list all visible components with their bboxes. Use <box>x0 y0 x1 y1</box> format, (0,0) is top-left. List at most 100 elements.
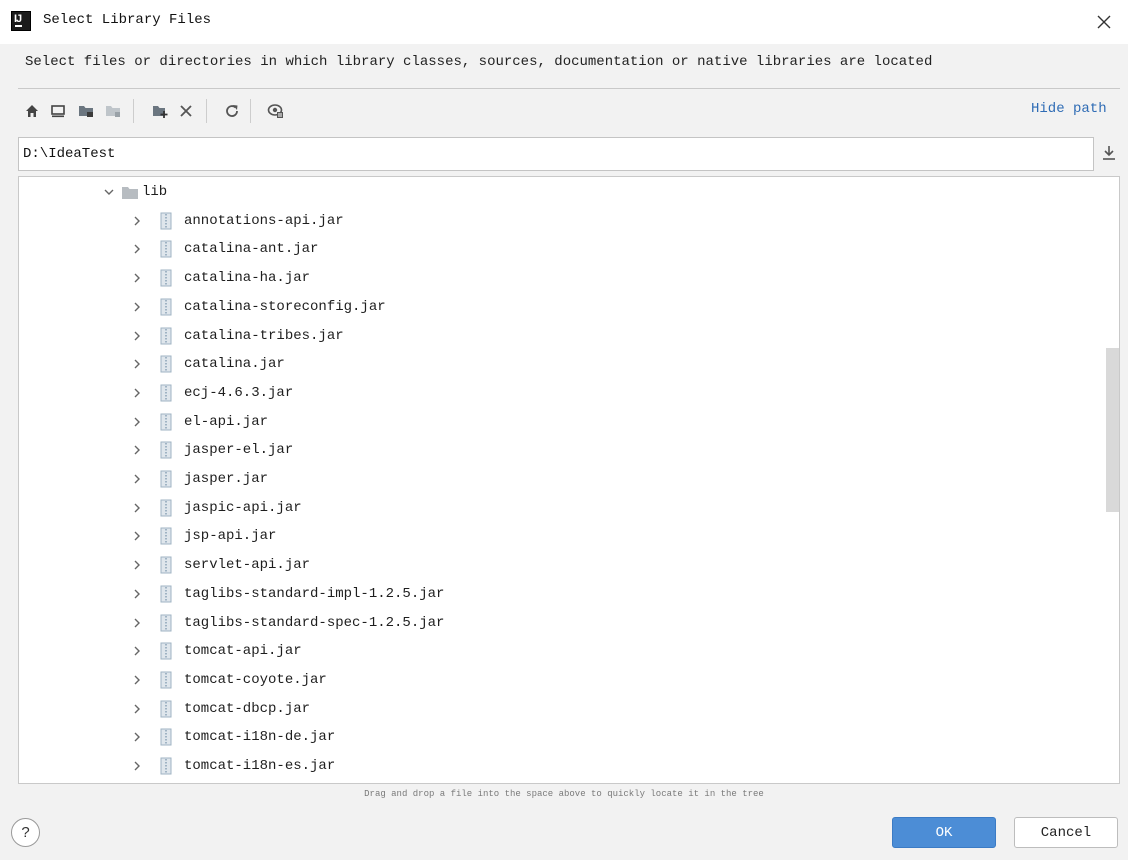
chevron-right-icon[interactable] <box>131 559 143 571</box>
tree-file-row[interactable]: servlet-api.jar <box>19 551 1104 580</box>
tree-file-label: tomcat-api.jar <box>184 643 302 660</box>
scrollbar-thumb[interactable] <box>1106 348 1119 512</box>
jar-file-icon <box>160 642 172 660</box>
close-icon <box>1097 15 1111 29</box>
chevron-right-icon[interactable] <box>131 301 143 313</box>
chevron-right-icon[interactable] <box>131 215 143 227</box>
tree-file-row[interactable]: ecj-4.6.3.jar <box>19 379 1104 408</box>
chevron-right-icon[interactable] <box>131 444 143 456</box>
dialog-title: Select Library Files <box>43 12 212 28</box>
show-hidden-button[interactable] <box>265 100 287 122</box>
chevron-right-icon[interactable] <box>131 674 143 686</box>
file-tree[interactable]: lib annotations-api.jar catalina-ant.jar ca… <box>18 176 1120 784</box>
tree-file-row[interactable]: taglibs-standard-impl-1.2.5.jar <box>19 580 1104 609</box>
tree-file-label: tomcat-coyote.jar <box>184 671 327 688</box>
jar-file-icon <box>160 298 172 316</box>
tree-file-label: tomcat-i18n-de.jar <box>184 729 336 746</box>
tree-file-label: jsp-api.jar <box>184 528 277 545</box>
tree-file-label: jasper.jar <box>184 471 269 487</box>
tree-file-row[interactable]: catalina-ha.jar <box>19 264 1104 293</box>
chevron-right-icon[interactable] <box>131 272 143 284</box>
tree-folder-row[interactable]: lib <box>19 178 1104 207</box>
tree-file-label: catalina-tribes.jar <box>184 327 344 344</box>
chevron-right-icon[interactable] <box>131 358 143 370</box>
refresh-button[interactable] <box>221 100 243 122</box>
chevron-right-icon[interactable] <box>131 588 143 600</box>
tree-file-row[interactable]: tomcat-i18n-es.jar <box>19 752 1104 781</box>
delete-icon <box>180 105 192 117</box>
jar-file-icon <box>160 757 172 775</box>
chevron-right-icon[interactable] <box>131 703 143 715</box>
tree-file-label: catalina-storeconfig.jar <box>184 298 386 315</box>
tree-file-row[interactable]: tomcat-i18n-de.jar <box>19 723 1104 752</box>
intellij-logo-icon: IJ <box>11 11 31 31</box>
tree-file-row[interactable]: jsp-api.jar <box>19 522 1104 551</box>
path-input[interactable] <box>18 137 1094 171</box>
title-bar: IJ Select Library Files <box>0 0 1128 44</box>
desktop-button[interactable] <box>47 100 69 122</box>
chevron-right-icon[interactable] <box>131 645 143 657</box>
chevron-right-icon[interactable] <box>131 731 143 743</box>
help-icon: ? <box>21 824 30 841</box>
chevron-right-icon[interactable] <box>131 387 143 399</box>
desktop-icon <box>51 105 65 118</box>
chevron-right-icon[interactable] <box>131 617 143 629</box>
jar-file-icon <box>160 700 172 718</box>
hide-path-link[interactable]: Hide path <box>1031 101 1107 117</box>
tree-file-row[interactable]: jaspic-api.jar <box>19 494 1104 523</box>
tree-file-row[interactable]: tomcat-dbcp.jar <box>19 695 1104 724</box>
refresh-icon <box>226 105 238 117</box>
toolbar-separator <box>250 99 251 123</box>
tree-file-label: ecj-4.6.3.jar <box>184 384 294 401</box>
tree-file-row[interactable]: el-api.jar <box>19 408 1104 437</box>
new-folder-button[interactable] <box>149 100 171 122</box>
tree-file-row[interactable]: annotations-api.jar <box>19 207 1104 236</box>
jar-file-icon <box>160 413 172 431</box>
jar-file-icon <box>160 527 172 545</box>
chevron-right-icon[interactable] <box>131 416 143 428</box>
cancel-button[interactable]: Cancel <box>1014 817 1118 848</box>
ok-button[interactable]: OK <box>892 817 996 848</box>
tree-file-row[interactable]: catalina-ant.jar <box>19 235 1104 264</box>
tree-file-row[interactable]: catalina-tribes.jar <box>19 322 1104 351</box>
drag-drop-hint: Drag and drop a file into the space abov… <box>364 789 764 799</box>
tree-file-label: tomcat-dbcp.jar <box>184 700 311 717</box>
new-folder-icon <box>153 106 168 118</box>
show-hidden-icon <box>267 104 283 118</box>
tree-file-label: servlet-api.jar <box>184 557 311 574</box>
download-icon <box>1103 146 1115 160</box>
module-folder-button[interactable] <box>102 100 124 122</box>
chevron-right-icon[interactable] <box>131 530 143 542</box>
project-folder-button[interactable] <box>75 100 97 122</box>
jar-file-icon <box>160 470 172 488</box>
tree-file-label: catalina-ha.jar <box>184 270 311 287</box>
delete-button[interactable] <box>175 100 197 122</box>
tree-file-row[interactable]: catalina-storeconfig.jar <box>19 293 1104 322</box>
chevron-right-icon[interactable] <box>131 243 143 255</box>
close-button[interactable] <box>1090 10 1118 34</box>
tree-file-row[interactable]: tomcat-coyote.jar <box>19 666 1104 695</box>
chevron-down-icon[interactable] <box>103 186 115 198</box>
chevron-right-icon[interactable] <box>131 502 143 514</box>
jar-file-icon <box>160 441 172 459</box>
jar-file-icon <box>160 240 172 258</box>
tree-file-row[interactable]: catalina.jar <box>19 350 1104 379</box>
home-button[interactable] <box>21 100 43 122</box>
tree-file-label: catalina.jar <box>184 356 285 373</box>
tree-file-label: jaspic-api.jar <box>184 499 302 516</box>
tree-file-label: tomcat-i18n-es.jar <box>184 758 336 774</box>
tree-file-row[interactable]: tomcat-api.jar <box>19 637 1104 666</box>
download-button[interactable] <box>1099 142 1119 164</box>
jar-file-icon <box>160 269 172 287</box>
toolbar <box>18 92 1118 128</box>
jar-file-icon <box>160 212 172 230</box>
tree-file-label: annotations-api.jar <box>184 212 344 229</box>
tree-file-row[interactable]: jasper-el.jar <box>19 436 1104 465</box>
tree-file-row[interactable]: jasper.jar <box>19 465 1104 494</box>
help-button[interactable]: ? <box>11 818 40 847</box>
jar-file-icon <box>160 585 172 603</box>
chevron-right-icon[interactable] <box>131 330 143 342</box>
chevron-right-icon[interactable] <box>131 760 143 772</box>
chevron-right-icon[interactable] <box>131 473 143 485</box>
tree-file-row[interactable]: taglibs-standard-spec-1.2.5.jar <box>19 609 1104 638</box>
